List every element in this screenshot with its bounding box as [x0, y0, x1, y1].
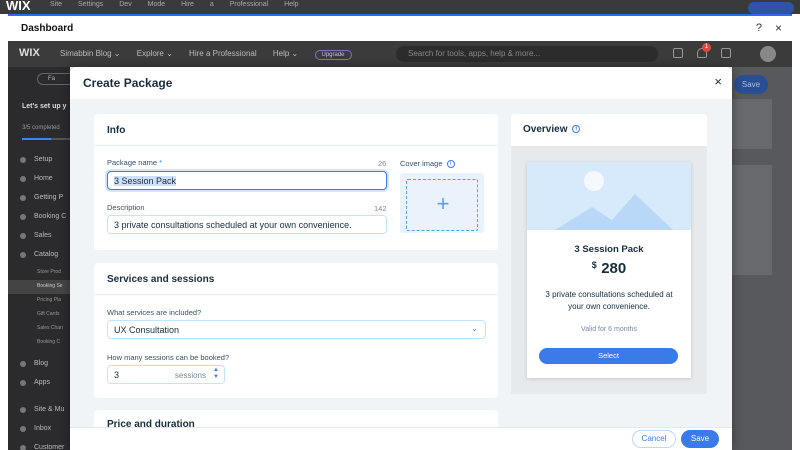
favorites-button: Fa — [37, 73, 70, 85]
sessions-label: How many sessions can be booked? — [107, 353, 230, 362]
upgrade-button: Upgrade — [314, 50, 352, 60]
package-preview-name: 3 Session Pack — [574, 244, 644, 255]
overview-preview: 3 Session Pack $ 280 3 private consultat… — [511, 146, 707, 394]
add-image-icon: + — [436, 191, 450, 216]
sidebar-item-site-mobile: Site & Mu — [8, 402, 70, 421]
chat-icon — [673, 48, 683, 58]
cover-image-label: Cover image i — [400, 159, 455, 169]
background-page: Save — [732, 67, 792, 450]
services-card: Services and sessions What services are … — [94, 263, 498, 398]
sidebar-subitem: Sales Chan — [37, 325, 63, 331]
info-title: Info — [107, 125, 126, 136]
package-name-label: Package name * — [107, 158, 163, 167]
search-bar: Search for tools, apps, help & more... — [396, 46, 658, 62]
info-icon[interactable]: i — [572, 125, 581, 134]
price-title: Price and duration — [107, 419, 195, 427]
sidebar-item-inbox: Inbox — [8, 421, 70, 440]
overview-header: Overview i — [511, 114, 707, 146]
chevron-down-icon: ⌄ — [471, 324, 478, 333]
sidebar-subitem: Store Prod — [37, 269, 61, 275]
sidebar-item-catalog: Catalog — [8, 247, 70, 266]
description-input[interactable]: 3 private consultations scheduled at you… — [107, 215, 387, 234]
modal-body: Info Package name * 26 3 Session Pack Co… — [70, 99, 732, 427]
sidebar: Fa Let's set up y 3/5 completed Setup Ho… — [8, 67, 70, 450]
package-name-char-count: 26 — [378, 159, 387, 168]
save-button[interactable]: Save — [681, 430, 719, 448]
sidebar-item-getting-paid: Getting P — [8, 190, 70, 209]
services-title: Services and sessions — [107, 274, 215, 285]
wix-logo: WIX — [19, 47, 40, 59]
setup-progress-bar — [22, 138, 70, 140]
info-card: Info Package name * 26 3 Session Pack Co… — [94, 114, 498, 250]
editor-top-bar: WIX Site Settings Dev Mode Hire a Profes… — [0, 0, 800, 14]
close-dashboard-icon[interactable]: × — [775, 21, 782, 35]
background-panel — [732, 99, 772, 149]
setup-progress-text: 3/5 completed — [22, 125, 60, 131]
select-button[interactable]: Select — [539, 348, 678, 364]
cancel-button[interactable]: Cancel — [632, 430, 676, 448]
sidebar-subitem-active: Booking Se — [8, 280, 70, 294]
dashboard-nav: WIX Simabbin Blog ⌄ Explore ⌄ Hire a Pro… — [8, 41, 792, 67]
create-package-modal: Create Package × Info Package name * 26 … — [70, 67, 732, 450]
package-name-input[interactable]: 3 Session Pack — [107, 171, 387, 190]
background-panel — [732, 165, 772, 275]
sidebar-item-booking-calendar: Booking C — [8, 209, 70, 228]
nav-items: Simabbin Blog ⌄ Explore ⌄ Hire a Profess… — [60, 49, 366, 60]
package-preview-price: $ 280 — [591, 260, 627, 277]
sidebar-subitem: Gift Cards — [37, 311, 60, 317]
notification-badge: 1 — [702, 43, 711, 52]
publish-button — [748, 2, 794, 14]
site-name-menu: Simabbin Blog ⌄ — [60, 49, 121, 58]
close-icon[interactable]: × — [714, 74, 722, 89]
description-char-count: 142 — [374, 204, 387, 213]
sidebar-subitem: Booking C — [37, 339, 61, 345]
wix-logo: WIX — [6, 0, 31, 13]
overview-title: Overview i — [523, 124, 581, 135]
package-preview-description: 3 private consultations scheduled at you… — [545, 290, 673, 311]
stepper-arrows-icon[interactable]: ▲ ▼ — [213, 367, 219, 381]
modal-footer: Cancel Save — [70, 427, 732, 450]
services-select[interactable]: UX Consultation ⌄ — [107, 320, 486, 339]
help-menu: Help ⌄ — [272, 49, 299, 58]
avatar — [760, 46, 776, 62]
modal-title: Create Package — [83, 76, 173, 90]
sidebar-item-setup: Setup — [8, 152, 70, 171]
sessions-stepper[interactable]: 3 sessions ▲ ▼ — [107, 365, 225, 384]
description-label: Description — [107, 203, 145, 212]
dashboard-title: Dashboard — [21, 23, 74, 34]
services-label: What services are included? — [107, 308, 202, 317]
help-icon[interactable]: ? — [756, 22, 762, 34]
background-save-button: Save — [734, 75, 768, 94]
price-card: Price and duration — [94, 410, 498, 427]
sidebar-item-blog: Blog — [8, 356, 70, 375]
explore-menu: Explore ⌄ — [136, 49, 173, 58]
sidebar-item-home: Home — [8, 171, 70, 190]
sidebar-item-apps: Apps — [8, 375, 70, 394]
cover-image-upload[interactable]: + — [400, 173, 484, 233]
image-placeholder-icon — [527, 162, 691, 230]
info-icon[interactable]: i — [446, 160, 455, 169]
sidebar-item-sales: Sales — [8, 228, 70, 247]
editor-menu: Site Settings Dev Mode Hire a Profession… — [50, 1, 299, 8]
setup-title: Let's set up y — [22, 103, 67, 110]
required-mark: * — [159, 158, 163, 167]
hire-link: Hire a Professional — [189, 49, 257, 58]
package-preview-card: 3 Session Pack $ 280 3 private consultat… — [527, 162, 691, 378]
package-preview-validity: Valid for 6 months — [581, 326, 637, 333]
sidebar-subitem: Pricing Pla — [37, 297, 61, 303]
modal-header: Create Package × — [70, 67, 732, 99]
sidebar-item-customers: Customer — [8, 440, 70, 450]
dashboard-bar: Dashboard ? × — [8, 14, 792, 41]
inbox-icon — [721, 48, 731, 58]
